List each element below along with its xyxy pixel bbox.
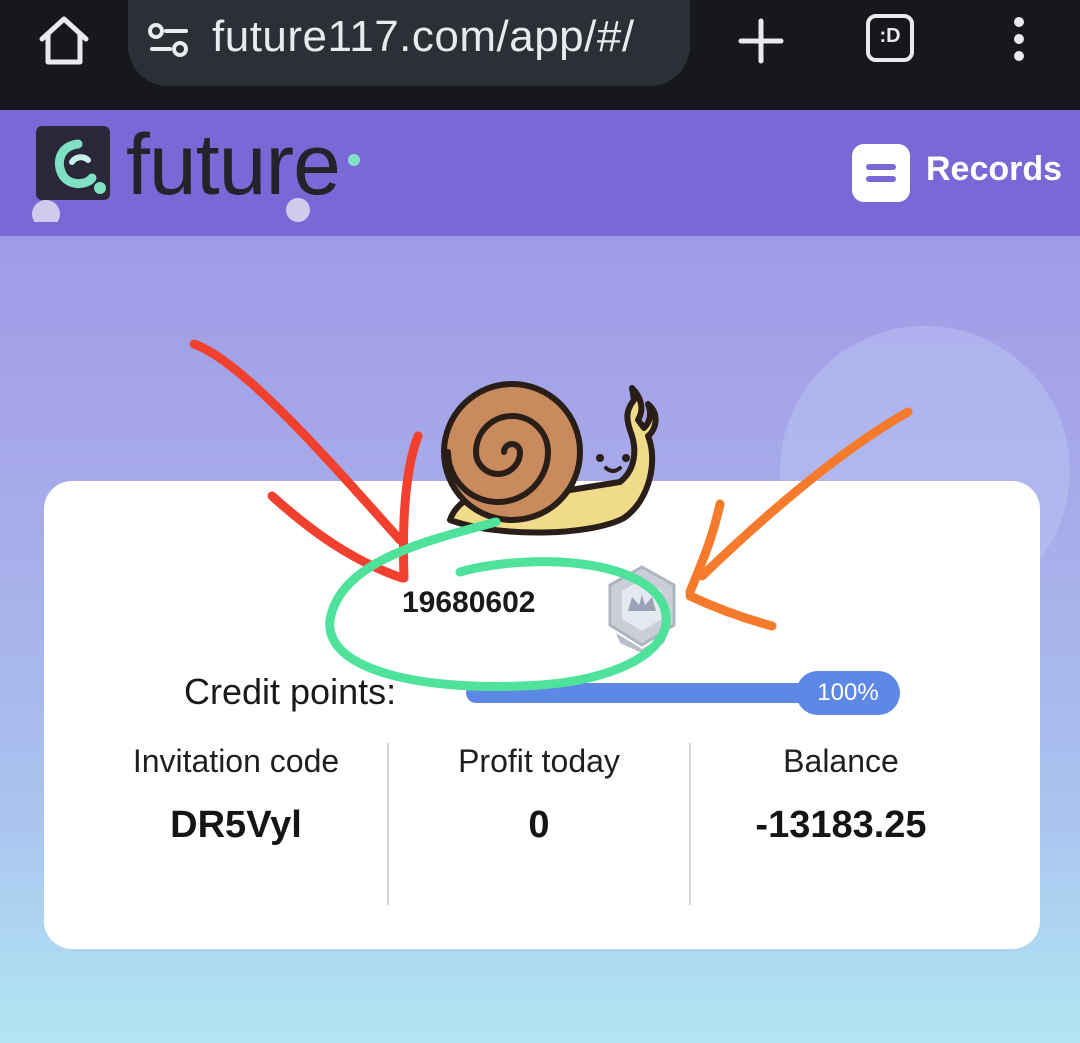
invitation-code-value[interactable]: DR5Vyl: [76, 804, 396, 847]
future-logo[interactable]: future: [26, 117, 366, 222]
profit-today-stat: Profit today 0: [379, 743, 699, 847]
new-tab-button[interactable]: [736, 16, 786, 66]
credit-percent-badge: 100%: [796, 671, 900, 715]
balance-stat: Balance -13183.25: [681, 743, 1001, 847]
home-icon: [39, 16, 89, 65]
vip-crown-badge-icon: [608, 565, 676, 653]
browser-toolbar: future117.com/app/#/ :D: [0, 0, 1080, 110]
more-vert-icon: [1014, 17, 1024, 61]
url-text[interactable]: future117.com/app/#/: [212, 12, 635, 62]
records-label: Records: [926, 150, 1063, 188]
browser-menu-button[interactable]: [1004, 14, 1034, 64]
tab-count: :D: [879, 25, 901, 47]
balance-label: Balance: [783, 743, 899, 779]
site-settings-icon[interactable]: [146, 22, 192, 58]
profile-card: 19680602 Credit points: 100% Invitation …: [44, 481, 1040, 949]
invitation-code-label: Invitation code: [132, 743, 340, 779]
records-button[interactable]: Records: [852, 142, 1062, 202]
plus-icon: [738, 18, 784, 64]
address-bar[interactable]: future117.com/app/#/: [128, 0, 690, 86]
user-id: 19680602: [402, 586, 536, 619]
main-content: 19680602 Credit points: 100% Invitation …: [0, 236, 1080, 1043]
records-icon: [852, 144, 910, 202]
app-header: future Records: [0, 110, 1080, 236]
tab-switcher-button[interactable]: :D: [866, 14, 914, 62]
credit-points-label: Credit points:: [184, 671, 397, 712]
home-button[interactable]: [34, 12, 94, 68]
snail-avatar-icon: [441, 381, 659, 536]
logo-dots-icon: [286, 154, 360, 222]
invitation-code-stat: Invitation code DR5Vyl: [76, 743, 396, 847]
profit-today-label: Profit today: [458, 743, 620, 779]
balance-value: -13183.25: [755, 804, 927, 846]
profit-today-value: 0: [528, 804, 550, 846]
